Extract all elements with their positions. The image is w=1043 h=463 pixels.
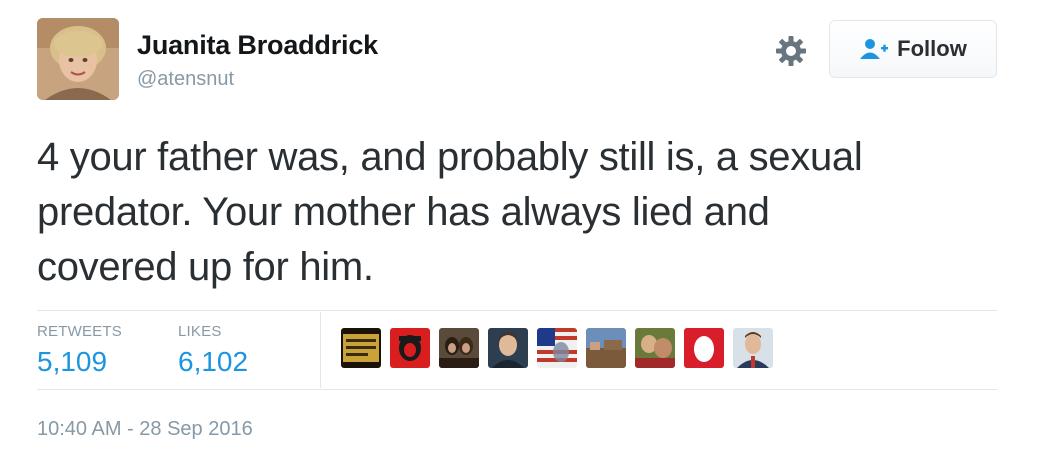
gear-icon[interactable] [773, 33, 809, 69]
add-person-icon [859, 38, 889, 60]
tweet-text-line: predator. Your mother has always lied an… [37, 190, 770, 234]
tweet-text: 4 your father was, and probably still is… [37, 130, 997, 295]
tweet-text-line: 4 your father was, and probably still is… [37, 135, 863, 179]
user-handle[interactable]: @atensnut [137, 68, 234, 91]
liker-avatar-8[interactable] [684, 328, 724, 368]
likes-label: LIKES [178, 323, 222, 340]
liker-avatars [341, 328, 773, 368]
liker-avatar-3[interactable] [439, 328, 479, 368]
follow-label: Follow [897, 36, 967, 61]
likes-count: 6,102 [178, 346, 249, 377]
liker-avatar-1[interactable] [341, 328, 381, 368]
profile-photo-icon[interactable] [37, 18, 119, 100]
likes-stat[interactable]: LIKES 6,102 [178, 323, 248, 378]
follow-button[interactable]: Follow [829, 20, 997, 78]
display-name[interactable]: Juanita Broaddrick [137, 30, 378, 61]
liker-avatar-9[interactable] [733, 328, 773, 368]
liker-avatar-7[interactable] [635, 328, 675, 368]
tweet-timestamp[interactable]: 10:40 AM - 28 Sep 2016 [37, 418, 253, 441]
divider-top [37, 310, 997, 311]
liker-avatar-4[interactable] [488, 328, 528, 368]
stats-divider [320, 312, 321, 388]
liker-avatar-6[interactable] [586, 328, 626, 368]
retweets-count: 5,109 [37, 346, 108, 377]
tweet-card: Juanita Broaddrick @atensnut Follow 4 yo… [0, 0, 1043, 463]
liker-avatar-5[interactable] [537, 328, 577, 368]
tweet-text-line: covered up for him. [37, 245, 374, 289]
liker-avatar-2[interactable] [390, 328, 430, 368]
retweets-stat[interactable]: RETWEETS 5,109 [37, 323, 122, 378]
retweets-label: RETWEETS [37, 323, 122, 340]
divider-bottom [37, 389, 997, 390]
